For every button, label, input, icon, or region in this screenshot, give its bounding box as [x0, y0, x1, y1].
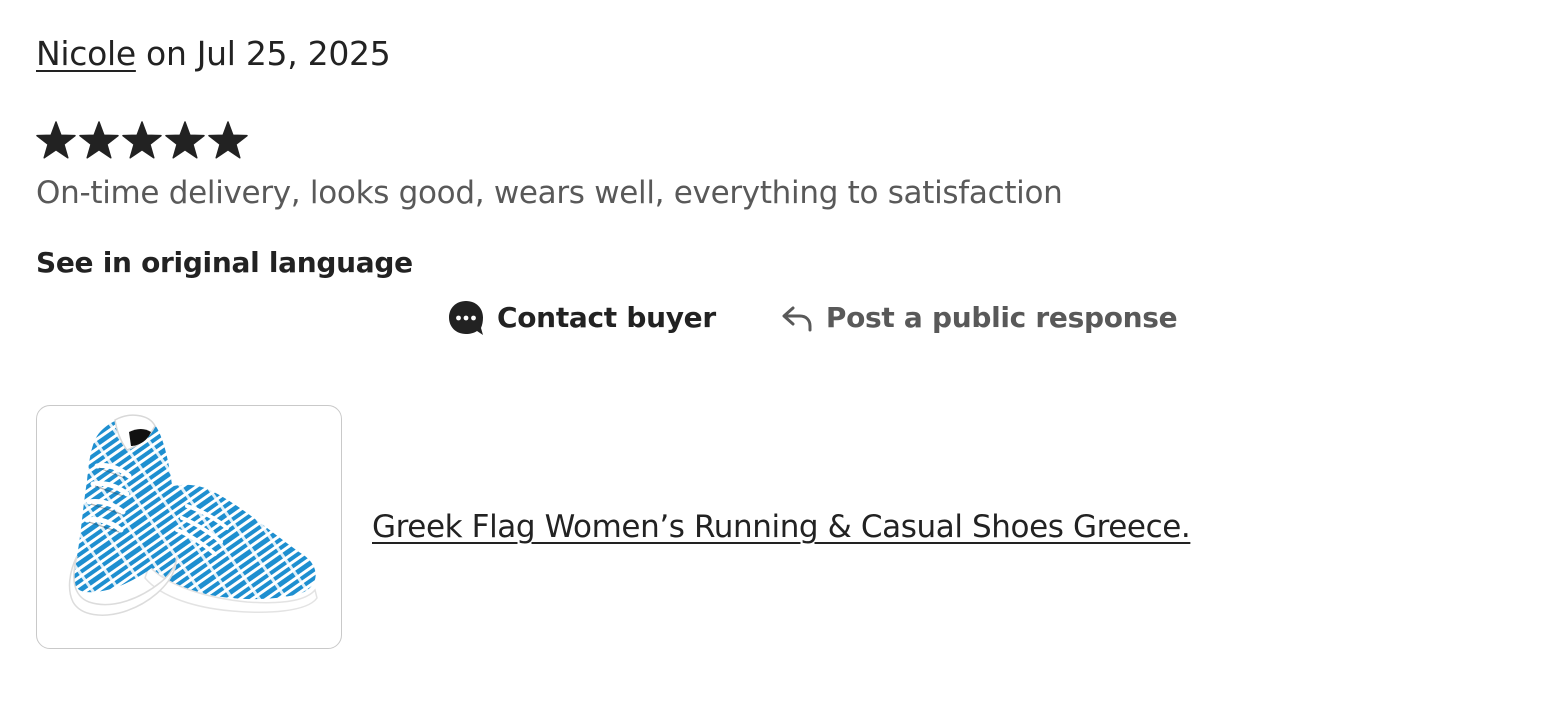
post-public-response-label: Post a public response [825, 301, 1178, 334]
star-icon [122, 118, 162, 162]
listing-title-link[interactable]: Greek Flag Women’s Running & Casual Shoe… [372, 507, 1191, 547]
star-icon [165, 118, 205, 162]
see-original-language-button[interactable]: See in original language [36, 244, 413, 282]
chat-bubble-icon [447, 299, 485, 337]
review-date: on Jul 25, 2025 [135, 34, 391, 73]
contact-buyer-label: Contact buyer [497, 301, 716, 334]
review-header: Nicole on Jul 25, 2025 [36, 34, 391, 74]
post-public-response-button[interactable]: Post a public response [780, 298, 1178, 338]
reviewer-name-link[interactable]: Nicole [36, 34, 136, 73]
review-card: Nicole on Jul 25, 2025 On-time delivery,… [0, 0, 1546, 706]
review-actions: Contact buyer Post a public response [447, 298, 1178, 338]
listing-thumbnail[interactable] [36, 405, 342, 649]
shoe-image [68, 414, 318, 616]
contact-buyer-button[interactable]: Contact buyer [447, 298, 716, 338]
star-icon [79, 118, 119, 162]
star-icon [208, 118, 248, 162]
reply-arrow-icon [780, 303, 814, 333]
star-rating [36, 118, 248, 162]
star-icon [36, 118, 76, 162]
review-text: On-time delivery, looks good, wears well… [36, 175, 1063, 211]
listing-item: Greek Flag Women’s Running & Casual Shoe… [36, 405, 1191, 649]
